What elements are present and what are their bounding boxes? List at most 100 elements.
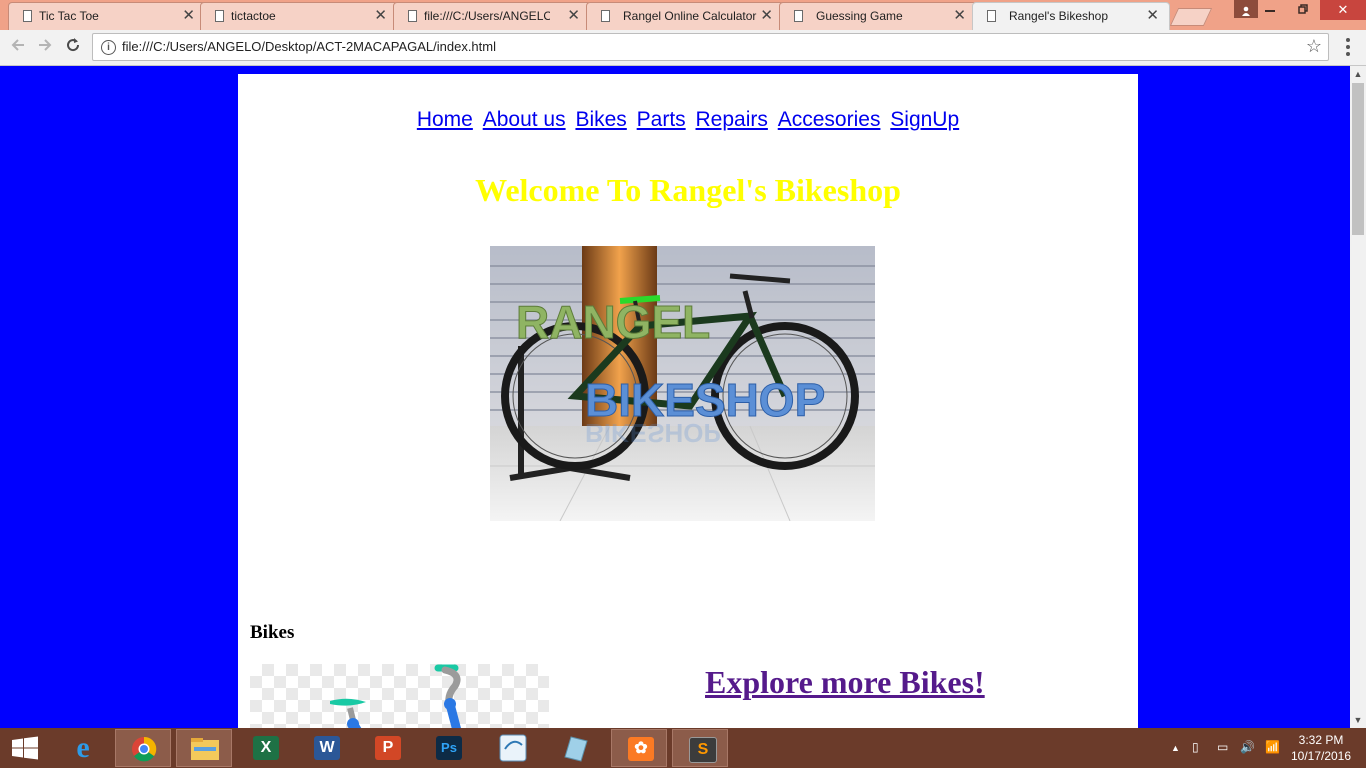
close-icon[interactable]: ✕: [182, 7, 195, 25]
clock-time: 3:32 PM: [1298, 733, 1344, 747]
chrome-icon: [116, 736, 172, 772]
windows-taskbar: e X W P Ps ✿ S ▲ ▯ ▭ 🔊 📶 3:32 PM 10/17/2…: [0, 728, 1366, 768]
taskbar-clock[interactable]: 3:32 PM 10/17/2016: [1290, 732, 1352, 764]
tab-title: Rangel's Bikeshop: [1009, 9, 1109, 23]
nav-link-accesories[interactable]: Accesories: [778, 108, 881, 131]
photoshop-icon: Ps: [436, 736, 462, 760]
page-scrollbar[interactable]: ▲ ▼: [1350, 66, 1366, 728]
taskbar-excel[interactable]: X: [237, 729, 293, 767]
scroll-thumb[interactable]: [1352, 83, 1364, 235]
tab-strip: Tic Tac Toe ✕ tictactoe ✕ file:///C:/Use…: [0, 0, 1366, 31]
close-icon: ✕: [1337, 2, 1349, 17]
minimize-button[interactable]: [1253, 0, 1287, 20]
taskbar-photoshop[interactable]: Ps: [420, 729, 476, 767]
page-icon: [215, 10, 224, 22]
page-viewport: Home About us Bikes Parts Repairs Acceso…: [0, 66, 1350, 728]
windows-logo-icon: [12, 736, 38, 760]
folder-icon: [177, 738, 233, 772]
browser-toolbar: i file:///C:/Users/ANGELO/Desktop/ACT-2M…: [0, 30, 1366, 66]
tab-rangels-bikeshop[interactable]: Rangel's Bikeshop ✕: [972, 2, 1170, 31]
scroll-down-arrow-icon[interactable]: ▼: [1350, 712, 1366, 728]
volume-icon[interactable]: 🔊: [1240, 740, 1255, 754]
nav-link-repairs[interactable]: Repairs: [696, 108, 768, 131]
close-icon[interactable]: ✕: [567, 7, 580, 25]
bike-thumbnail-image[interactable]: [250, 664, 549, 728]
reload-icon: [67, 38, 80, 52]
restore-icon: [1298, 4, 1308, 14]
tab-title: Rangel Online Calculator: [623, 9, 757, 23]
bikes-section-heading: Bikes: [250, 622, 295, 643]
page-content: Home About us Bikes Parts Repairs Acceso…: [238, 74, 1138, 728]
tab-file-local[interactable]: file:///C:/Users/ANGELO/ ✕: [393, 2, 591, 30]
nav-link-about-us[interactable]: About us: [483, 108, 566, 131]
window-close-button[interactable]: ✕: [1320, 0, 1366, 20]
person-icon: [1241, 3, 1251, 16]
arrow-right-icon: [39, 39, 52, 51]
new-tab-button[interactable]: [1169, 8, 1213, 26]
tab-guessing-game[interactable]: Guessing Game ✕: [779, 2, 977, 30]
browser-menu-button[interactable]: [1340, 38, 1356, 58]
taskbar-xampp[interactable]: ✿: [611, 729, 667, 767]
taskbar-powerpoint[interactable]: P: [359, 729, 415, 767]
notes-icon: [547, 736, 603, 771]
minimize-icon: [1265, 10, 1275, 12]
chevron-up-icon[interactable]: ▲: [1171, 743, 1180, 753]
more-vertical-icon: [1340, 38, 1356, 56]
battery-icon[interactable]: ▭: [1217, 740, 1228, 754]
explore-more-bikes-link[interactable]: Explore more Bikes!: [705, 664, 985, 701]
tab-title: Guessing Game: [816, 9, 903, 23]
powerpoint-icon: P: [375, 736, 401, 760]
taskbar-notes[interactable]: [547, 729, 603, 767]
tab-title: tictactoe: [231, 9, 276, 23]
nav-link-home[interactable]: Home: [417, 108, 473, 131]
network-icon[interactable]: 📶: [1265, 740, 1280, 754]
hero-bikeshop-image: RANGEL BIKESHOP BIKESHOP: [490, 246, 875, 521]
page-icon: [987, 10, 996, 22]
url-text[interactable]: file:///C:/Users/ANGELO/Desktop/ACT-2MAC…: [122, 39, 496, 54]
mysql-installer-icon: [486, 734, 542, 771]
page-icon: [408, 10, 417, 22]
sublime-text-icon: S: [689, 737, 717, 763]
info-icon[interactable]: i: [101, 40, 116, 55]
taskbar-chrome[interactable]: [115, 729, 171, 767]
scroll-up-arrow-icon[interactable]: ▲: [1350, 66, 1366, 82]
word-icon: W: [314, 736, 340, 760]
tab-tic-tac-toe[interactable]: Tic Tac Toe ✕: [8, 2, 206, 30]
site-nav: Home About us Bikes Parts Repairs Acceso…: [238, 108, 1138, 132]
taskbar-mysql-installer[interactable]: [486, 729, 542, 767]
taskbar-word[interactable]: W: [298, 729, 354, 767]
svg-text:BIKESHOP: BIKESHOP: [585, 418, 721, 448]
welcome-heading: Welcome To Rangel's Bikeshop: [475, 172, 901, 208]
close-icon[interactable]: ✕: [374, 7, 387, 25]
taskbar-internet-explorer[interactable]: e: [54, 729, 110, 767]
tab-calculator[interactable]: Rangel Online Calculator ✕: [586, 2, 784, 30]
page-icon: [23, 10, 32, 22]
nav-link-parts[interactable]: Parts: [637, 108, 686, 131]
address-bar[interactable]: i file:///C:/Users/ANGELO/Desktop/ACT-2M…: [92, 33, 1329, 61]
xampp-icon: ✿: [628, 737, 654, 761]
nav-link-signup[interactable]: SignUp: [890, 108, 959, 131]
nav-link-bikes[interactable]: Bikes: [575, 108, 626, 131]
reload-button[interactable]: [63, 37, 83, 57]
tab-tictactoe[interactable]: tictactoe ✕: [200, 2, 398, 30]
arrow-left-icon: [11, 39, 24, 51]
hero-logo-line-1: RANGEL: [516, 296, 710, 348]
bookmark-star-icon[interactable]: ☆: [1306, 36, 1322, 57]
start-button[interactable]: [0, 728, 50, 768]
taskbar-sublime-text[interactable]: S: [672, 729, 728, 767]
tab-title: file:///C:/Users/ANGELO/: [424, 9, 550, 23]
forward-button[interactable]: [35, 37, 55, 57]
restore-button[interactable]: [1286, 0, 1320, 20]
close-icon[interactable]: ✕: [760, 7, 773, 25]
close-icon[interactable]: ✕: [953, 7, 966, 25]
close-icon[interactable]: ✕: [1146, 7, 1159, 25]
tab-title: Tic Tac Toe: [39, 9, 99, 23]
internet-explorer-icon: e: [76, 731, 90, 764]
excel-icon: X: [253, 736, 279, 760]
page-icon: [601, 10, 610, 22]
taskbar-file-explorer[interactable]: [176, 729, 232, 767]
page-icon: [794, 10, 803, 22]
system-tray: ▲ ▯ ▭ 🔊 📶: [1165, 728, 1295, 768]
device-icon[interactable]: ▯: [1192, 740, 1199, 754]
back-button[interactable]: [8, 37, 28, 57]
